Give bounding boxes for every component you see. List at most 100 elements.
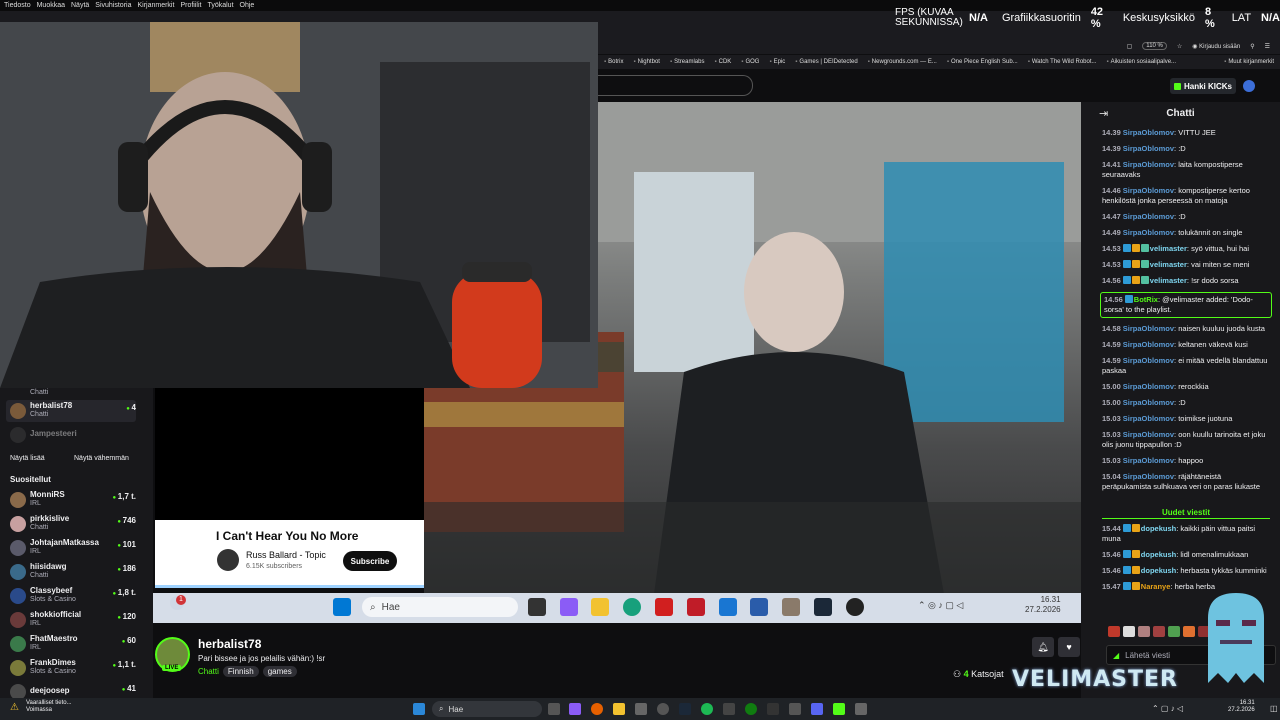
message-username[interactable]: SirpaOblomov — [1123, 398, 1174, 407]
channel-name[interactable]: herbalist78 — [198, 637, 261, 651]
bookmark-item[interactable]: Newgrounds.com — E... — [868, 59, 937, 65]
chat-message[interactable]: 15.46 dopekush: herbasta tykkäs kumminki — [1102, 566, 1270, 576]
message-username[interactable]: dopekush — [1141, 524, 1176, 533]
bookmark-item[interactable]: CDK — [714, 59, 732, 65]
app-icon[interactable] — [855, 703, 867, 715]
file-explorer-icon[interactable] — [591, 598, 609, 616]
chat-message[interactable]: 15.00 SirpaOblomov: :D — [1102, 398, 1270, 408]
get-kicks-button[interactable]: Hanki KICKs — [1170, 78, 1236, 94]
youtube-video[interactable] — [155, 388, 424, 520]
bookmark-item[interactable]: Games | DEIDetected — [795, 59, 857, 65]
chat-message[interactable]: 15.03 SirpaOblomov: toimikse juotuna — [1102, 414, 1270, 424]
menu-item[interactable]: Muokkaa — [37, 2, 65, 9]
message-username[interactable]: SirpaOblomov — [1123, 382, 1174, 391]
tray-icons[interactable]: ⌃ ◎ ♪ ▢ ◁ — [918, 600, 963, 611]
windows-start-icon[interactable] — [333, 598, 351, 616]
show-more-link[interactable]: Näytä lisää — [10, 455, 45, 462]
warning-notice[interactable]: Vaaralliset tieto... Voimassa — [26, 700, 72, 714]
bookmark-item[interactable]: Streamlabs — [670, 59, 704, 65]
app-l-icon[interactable] — [655, 598, 673, 616]
sidebar-channel[interactable]: JohtajanMatkassaIRL 101 — [6, 537, 136, 559]
copilot-icon[interactable] — [569, 703, 581, 715]
chat-message[interactable]: 14.53 velimaster: vai miten se meni — [1102, 260, 1270, 270]
copilot-icon[interactable] — [560, 598, 578, 616]
bookmark-item[interactable]: Botrix — [604, 59, 623, 65]
bookmark-item[interactable]: Watch The Wild Robot... — [1028, 59, 1097, 65]
message-username[interactable]: BotRix — [1134, 295, 1158, 304]
chat-message[interactable]: 14.49 SirpaOblomov: tolukännit on single — [1102, 228, 1270, 238]
message-username[interactable]: velimaster — [1150, 244, 1187, 253]
message-username[interactable]: SirpaOblomov — [1123, 456, 1174, 465]
sidebar-channel[interactable]: MonniRSIRL 1,7 t. — [6, 489, 136, 511]
outlook-icon[interactable] — [719, 598, 737, 616]
app-icon[interactable] — [789, 703, 801, 715]
kick-app-icon[interactable] — [833, 703, 845, 715]
sidebar-channel[interactable]: FhatMaestroIRL 60 — [6, 633, 136, 655]
extensions-icon[interactable]: ⚲ — [1250, 43, 1254, 50]
chat-message[interactable]: 14.39 SirpaOblomov: :D — [1102, 144, 1270, 154]
file-explorer-icon[interactable] — [613, 703, 625, 715]
menu-item[interactable]: Sivuhistoria — [95, 2, 131, 9]
message-username[interactable]: SirpaOblomov — [1123, 340, 1174, 349]
menu-item[interactable]: Näytä — [71, 2, 89, 9]
chat-message[interactable]: 14.47 SirpaOblomov: :D — [1102, 212, 1270, 222]
chat-message[interactable]: 15.00 SirpaOblomov: rerockkia — [1102, 382, 1270, 392]
message-username[interactable]: dopekush — [1141, 550, 1176, 559]
emote-icon[interactable] — [1138, 626, 1150, 637]
sidebar-channel[interactable]: herbalist78Chatti 4 — [6, 400, 136, 422]
menu-icon[interactable]: ☰ — [1265, 43, 1270, 50]
start-icon[interactable] — [413, 703, 425, 715]
store-icon[interactable] — [750, 598, 768, 616]
menu-item[interactable]: Työkalut — [207, 2, 233, 9]
bookmark-item[interactable]: Aikuisten sosiaalipalve... — [1107, 59, 1176, 65]
mcafee-icon[interactable] — [687, 598, 705, 616]
chat-message[interactable]: 14.39 SirpaOblomov: VITTU JEE — [1102, 128, 1270, 138]
chat-message[interactable]: 14.41 SirpaOblomov: laita kompostiperse s… — [1102, 160, 1270, 180]
sidebar-channel[interactable]: FrankDimesSlots & Casino 1,1 t. — [6, 657, 136, 679]
system-tray[interactable]: ⌃ ▢ ♪ ◁ — [1152, 704, 1183, 713]
menu-item[interactable]: Ohje — [240, 2, 255, 9]
steam-icon[interactable] — [679, 703, 691, 715]
task-view-icon[interactable] — [548, 703, 560, 715]
bookmark-item[interactable]: Nightbot — [633, 59, 660, 65]
menu-item[interactable]: Profiilit — [180, 2, 201, 9]
obs-icon[interactable] — [657, 703, 669, 715]
sidebar-channel[interactable]: shokkiofficialIRL 120 — [6, 609, 136, 631]
kick-search-input[interactable] — [598, 75, 753, 96]
emote-icon[interactable] — [1183, 626, 1195, 637]
user-avatar[interactable] — [1243, 80, 1255, 92]
message-username[interactable]: dopekush — [1141, 566, 1176, 575]
youtube-channel-name[interactable]: Russ Ballard - Topic — [246, 550, 326, 560]
message-username[interactable]: SirpaOblomov — [1123, 324, 1174, 333]
chat-message[interactable]: 14.58 SirpaOblomov: naisen kuuluu juoda k… — [1102, 324, 1270, 334]
notification-bell-button[interactable]: 🔔︎ — [1032, 637, 1054, 657]
steam-icon[interactable] — [814, 598, 832, 616]
sidebar-channel[interactable]: ClassybeefSlots & Casino 1,8 t. — [6, 585, 136, 607]
subscribe-button[interactable]: Subscribe — [343, 551, 397, 571]
message-username[interactable]: SirpaOblomov — [1123, 414, 1174, 423]
message-username[interactable]: SirpaOblomov — [1123, 160, 1174, 169]
other-bookmarks[interactable]: Muut kirjanmerkit — [1224, 59, 1280, 65]
sidebar-channel[interactable]: hiisidawgChatti 186 — [6, 561, 136, 583]
taskbar-search-box[interactable]: ⌕ Hae — [432, 701, 542, 717]
chat-message[interactable]: 14.46 SirpaOblomov: kompostiperse kertoo … — [1102, 186, 1270, 206]
sidebar-channel[interactable]: Jampesteeri — [6, 424, 136, 446]
firefox-icon[interactable] — [591, 703, 603, 715]
message-username[interactable]: SirpaOblomov — [1123, 128, 1174, 137]
menu-item[interactable]: Kirjanmerkit — [137, 2, 174, 9]
zoom-indicator[interactable]: 110 % — [1142, 42, 1167, 50]
app-icon[interactable] — [723, 703, 735, 715]
bookmark-item[interactable]: Epic — [769, 59, 786, 65]
spotify-icon[interactable] — [701, 703, 713, 715]
emote-icon[interactable] — [1153, 626, 1165, 637]
chat-message[interactable]: 15.03 SirpaOblomov: oon kuullu tarinoita … — [1102, 430, 1270, 450]
chat-message[interactable]: 15.44 dopekush: kaikki päin vittua paitsi… — [1102, 524, 1270, 544]
task-view-icon[interactable] — [528, 598, 546, 616]
xbox-icon[interactable] — [745, 703, 757, 715]
login-button[interactable]: ◉ Kirjaudu sisään — [1192, 43, 1240, 50]
message-username[interactable]: SirpaOblomov — [1123, 212, 1174, 221]
notifications-icon[interactable]: ◫ — [1270, 704, 1278, 713]
chat-message[interactable]: 14.59 SirpaOblomov: ei mitää vedellä blan… — [1102, 356, 1270, 376]
edge-icon[interactable] — [623, 598, 641, 616]
taskbar-clock[interactable]: 16.31 27.2.2026 — [1228, 700, 1255, 714]
